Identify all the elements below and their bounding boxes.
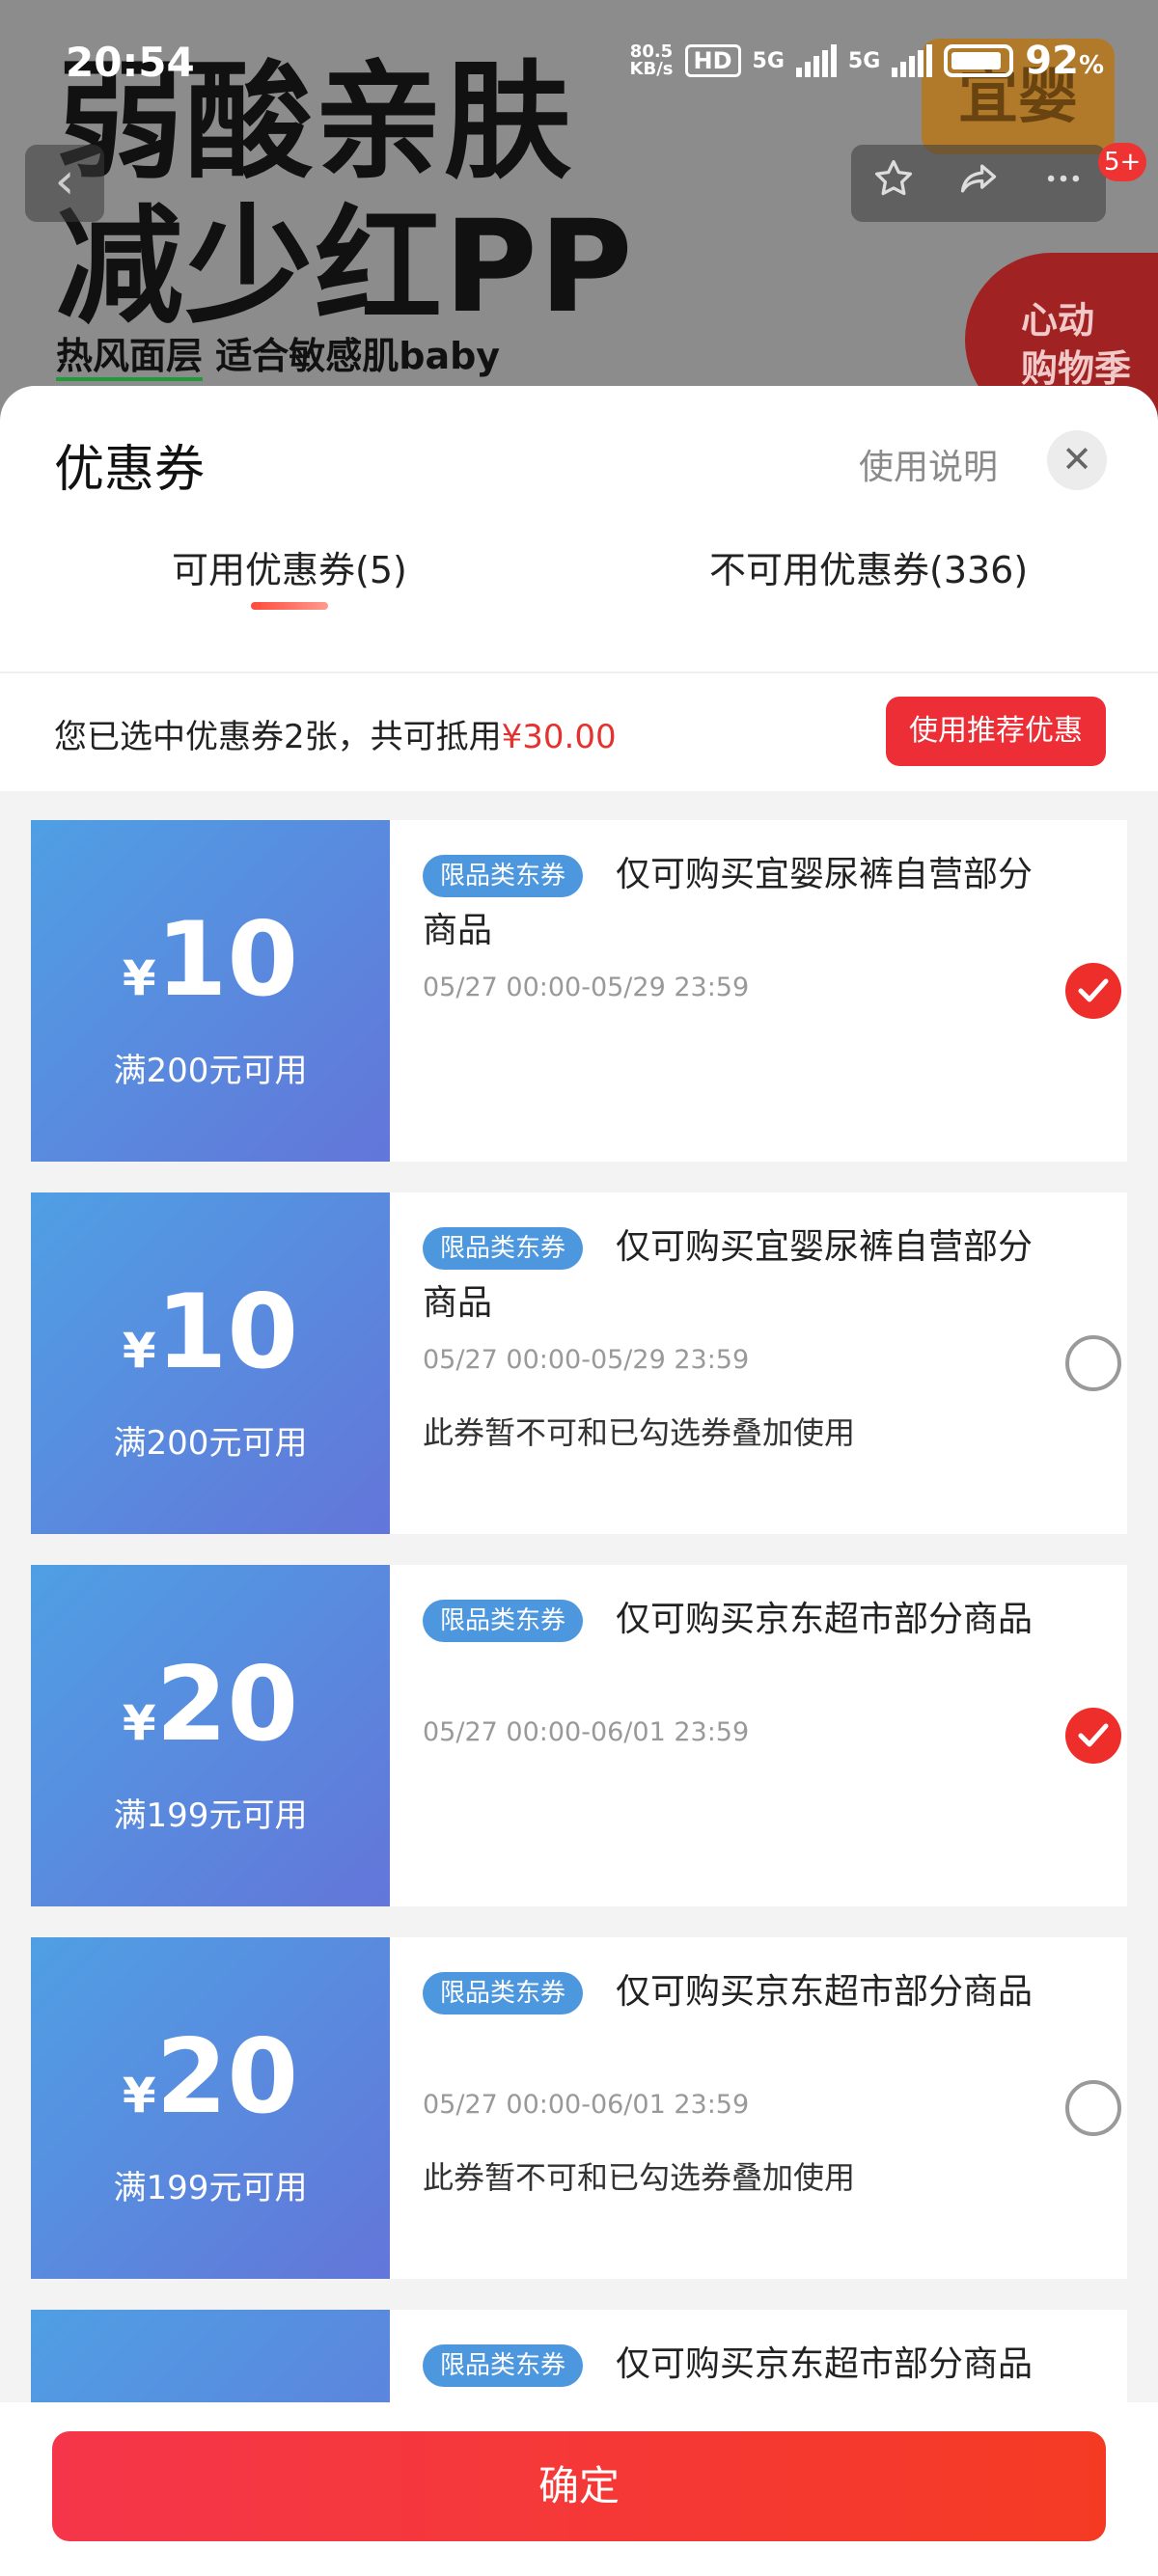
message-count-badge: 5+ xyxy=(1098,143,1147,181)
coupon-amount: ¥20 xyxy=(122,2017,299,2136)
close-icon: ✕ xyxy=(1062,438,1092,480)
usage-instructions-link[interactable]: 使用说明 xyxy=(859,439,998,489)
selection-summary: 您已选中优惠券2张，共可抵用¥30.00 使用推荐优惠 xyxy=(0,673,1158,791)
favorite-button[interactable] xyxy=(851,157,936,209)
coupon-details: 仅可购买宜婴尿裤自营部分商品 限品类东券 05/27 00:00-05/29 2… xyxy=(390,820,1127,1162)
battery-icon xyxy=(944,44,1014,77)
back-button[interactable]: ‹ xyxy=(25,145,104,222)
coupon-category-tag: 限品类东券 xyxy=(423,1227,584,1270)
coupon-checkbox-unchecked[interactable] xyxy=(1065,1335,1121,1391)
sheet-title: 优惠券 xyxy=(54,441,206,499)
coupon-details: 仅可购买京东超市部分商品 限品类东券 05/27 00:00-06/01 23:… xyxy=(390,1565,1127,1906)
coupon-validity: 05/27 00:00-05/29 23:59 xyxy=(423,1345,750,1375)
close-button[interactable]: ✕ xyxy=(1047,430,1107,490)
promo-line-1: 心动 xyxy=(1021,299,1095,342)
share-icon xyxy=(960,164,997,193)
sheet-footer: 确定 xyxy=(0,2402,1158,2576)
coupon-threshold: 满200元可用 xyxy=(113,1052,308,1090)
subheadline-part-2: 适合敏感肌baby xyxy=(215,335,501,377)
battery-percent: 92% xyxy=(1025,39,1104,83)
headline-line-2: 减少红PP xyxy=(56,193,635,342)
coupon-category-tag: 限品类东券 xyxy=(423,1972,584,2014)
coupon-tabs: 可用优惠券(5) 不可用优惠券(336) xyxy=(0,540,1158,673)
product-subheadline: 热风面层 适合敏感肌baby xyxy=(56,326,501,381)
coupon-threshold: 满199元可用 xyxy=(113,2169,308,2207)
coupon-value-panel: ¥20 满199元可用 xyxy=(21,1565,390,1906)
signal-icon xyxy=(892,44,933,77)
coupon-card[interactable]: ¥20 满199元可用 仅可购买京东超市部分商品 限品类东券 05/27 00:… xyxy=(21,1937,1127,2279)
coupon-validity: 05/27 00:00-06/01 23:59 xyxy=(423,2090,750,2120)
share-button[interactable] xyxy=(936,157,1021,209)
coupon-threshold: 满199元可用 xyxy=(113,1796,308,1835)
coupon-sheet: 优惠券 使用说明 ✕ 可用优惠券(5) 不可用优惠券(336) 您已选中优惠券2… xyxy=(0,386,1158,2576)
sim2-network-type: 5G xyxy=(847,48,881,73)
sim1-network-type: 5G xyxy=(752,48,785,73)
coupon-stacking-note: 此券暂不可和已勾选券叠加使用 xyxy=(423,2159,856,2196)
coupon-value-panel: ¥10 满200元可用 xyxy=(21,1192,390,1534)
active-tab-indicator xyxy=(251,602,328,610)
confirm-button[interactable]: 确定 xyxy=(52,2431,1106,2541)
coupon-stacking-note: 此券暂不可和已勾选券叠加使用 xyxy=(423,1414,856,1451)
signal-icon xyxy=(795,44,837,77)
coupon-details: 仅可购买京东超市部分商品 限品类东券 05/27 00:00-06/01 23:… xyxy=(390,1937,1127,2279)
tab-unavailable-coupons[interactable]: 不可用优惠券(336) xyxy=(709,540,1028,593)
checkmark-icon xyxy=(1078,978,1109,1002)
status-indicators: 80.5 KB/s HD 5G 5G 92% xyxy=(630,39,1104,83)
coupon-threshold: 满200元可用 xyxy=(113,1424,308,1463)
summary-text: 您已选中优惠券2张，共可抵用¥30.00 xyxy=(54,718,617,756)
network-speed: 80.5 KB/s xyxy=(629,41,674,79)
coupon-card[interactable]: ¥10 满200元可用 仅可购买宜婴尿裤自营部分商品 限品类东券 05/27 0… xyxy=(21,820,1127,1162)
coupon-category-tag: 限品类东券 xyxy=(423,2344,584,2387)
status-bar: 20:54 80.5 KB/s HD 5G 5G 92% xyxy=(0,0,1158,125)
coupon-amount: ¥20 xyxy=(122,1645,299,1764)
coupon-category-tag: 限品类东券 xyxy=(423,1600,584,1642)
coupon-checkbox-checked[interactable] xyxy=(1065,963,1121,1019)
coupon-checkbox-unchecked[interactable] xyxy=(1065,2080,1121,2136)
checkmark-icon xyxy=(1078,1723,1109,1747)
coupon-card[interactable]: ¥20 满199元可用 仅可购买京东超市部分商品 限品类东券 05/27 00:… xyxy=(21,1565,1127,1906)
hd-voice-icon: HD xyxy=(684,44,741,77)
coupon-validity: 05/27 00:00-06/01 23:59 xyxy=(423,1717,750,1747)
coupon-amount: ¥10 xyxy=(122,1273,299,1391)
coupon-value-panel: ¥20 满199元可用 xyxy=(21,1937,390,2279)
back-icon: ‹ xyxy=(54,152,75,210)
more-button[interactable] xyxy=(1021,157,1106,209)
tab-available-coupons[interactable]: 可用优惠券(5) xyxy=(172,540,407,593)
coupon-amount: ¥10 xyxy=(122,900,299,1019)
coupon-card[interactable]: ¥10 满200元可用 仅可购买宜婴尿裤自营部分商品 限品类东券 05/27 0… xyxy=(21,1192,1127,1534)
clock: 20:54 xyxy=(66,39,195,86)
star-icon xyxy=(874,159,913,196)
coupon-validity: 05/27 00:00-05/29 23:59 xyxy=(423,973,750,1002)
use-recommended-button[interactable]: 使用推荐优惠 xyxy=(886,697,1106,766)
top-action-bar xyxy=(851,145,1106,222)
sheet-header: 优惠券 使用说明 ✕ xyxy=(0,386,1158,540)
coupon-details: 仅可购买宜婴尿裤自营部分商品 限品类东券 05/27 00:00-05/29 2… xyxy=(390,1192,1127,1534)
coupon-value-panel: ¥10 满200元可用 xyxy=(21,820,390,1162)
more-icon xyxy=(1047,175,1080,182)
subheadline-part-1: 热风面层 xyxy=(56,335,204,381)
coupon-category-tag: 限品类东券 xyxy=(423,855,584,897)
discount-amount: ¥30.00 xyxy=(501,718,617,756)
coupon-checkbox-checked[interactable] xyxy=(1065,1708,1121,1764)
coupon-list[interactable]: ¥10 满200元可用 仅可购买宜婴尿裤自营部分商品 限品类东券 05/27 0… xyxy=(0,791,1158,2576)
